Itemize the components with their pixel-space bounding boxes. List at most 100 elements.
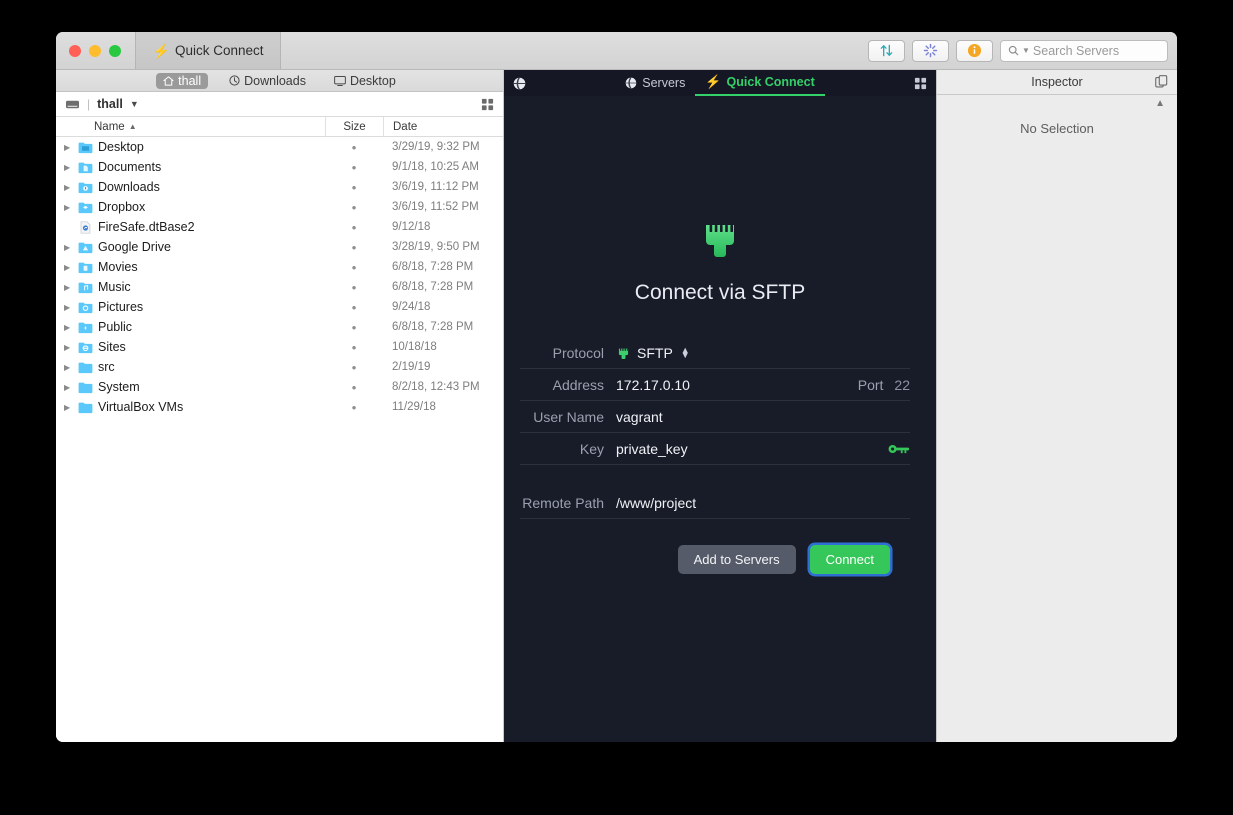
disclosure-triangle-icon[interactable]: ▶ (64, 283, 73, 292)
remote-path-input[interactable]: /www/project (616, 495, 696, 511)
disclosure-triangle-icon[interactable]: ▶ (64, 303, 73, 312)
disclosure-triangle-icon[interactable]: ▶ (64, 143, 73, 152)
tab-servers[interactable]: Servers (615, 70, 695, 96)
disclosure-triangle-icon[interactable]: ▶ (64, 323, 73, 332)
inspector-title: Inspector (1031, 75, 1083, 89)
titlebar-spacer (281, 32, 868, 69)
file-date-cell: 3/6/19, 11:12 PM (392, 181, 479, 193)
file-date-cell: 6/8/18, 7:28 PM (392, 261, 474, 273)
connect-button[interactable]: Connect (809, 545, 890, 574)
grid-view-icon[interactable] (914, 77, 927, 90)
tab-quick-connect[interactable]: ⚡ Quick Connect (695, 70, 825, 96)
close-button[interactable] (69, 44, 81, 57)
file-date-cell: 3/28/19, 9:50 PM (392, 241, 480, 253)
file-name-label: Music (98, 280, 131, 294)
file-size-cell: • (351, 359, 357, 375)
form-gap (520, 465, 910, 487)
disclosure-triangle-icon[interactable]: ▶ (64, 183, 73, 192)
grid-view-icon[interactable] (481, 98, 494, 111)
disclosure-triangle-icon[interactable]: ▶ (64, 243, 73, 252)
column-header-date[interactable]: Date (383, 117, 503, 136)
add-to-servers-button[interactable]: Add to Servers (677, 545, 796, 574)
chevron-up-icon: ▲ (128, 122, 137, 131)
file-date-cell: 9/12/18 (392, 221, 431, 233)
window-tab-label: Quick Connect (174, 43, 264, 58)
transfers-button[interactable] (868, 39, 905, 62)
disclosure-triangle-icon[interactable]: ▶ (64, 343, 73, 352)
favorite-thall[interactable]: thall (156, 72, 209, 89)
disclosure-triangle-icon[interactable]: ▶ (64, 263, 73, 272)
file-name-cell: ▶ Dropbox (56, 200, 325, 214)
disclosure-triangle-icon[interactable]: ▶ (64, 163, 73, 172)
column-header-name[interactable]: Name ▲ (56, 121, 325, 133)
zoom-button[interactable] (109, 44, 121, 57)
folder-desktop-icon (78, 142, 93, 153)
address-input[interactable]: 172.17.0.10 (616, 377, 690, 393)
key-icon[interactable] (888, 443, 910, 455)
disclosure-triangle-icon[interactable]: ▶ (64, 403, 73, 412)
key-label: Key (579, 440, 604, 457)
table-row[interactable]: ▶ VirtualBox VMs • 11/29/18 (56, 397, 503, 417)
disclosure-triangle-icon[interactable]: ▶ (64, 383, 73, 392)
table-row[interactable]: ▶ Sites • 10/18/18 (56, 337, 503, 357)
transfer-arrows-icon (880, 44, 893, 57)
table-row[interactable]: ▶ Public • 6/8/18, 7:28 PM (56, 317, 503, 337)
file-date-cell: 10/18/18 (392, 341, 437, 353)
username-input[interactable]: vagrant (616, 409, 663, 425)
search-servers-field[interactable]: ▼ Search Servers (1000, 39, 1168, 62)
stepper-icon[interactable]: ▲ ▼ (681, 345, 690, 359)
table-row[interactable]: ▶ Google Drive • 3/28/19, 9:50 PM (56, 237, 503, 257)
table-row[interactable]: ▶FireSafe.dtBase2 • 9/12/18 (56, 217, 503, 237)
chevron-down-icon[interactable]: ▼ (130, 99, 139, 109)
disclosure-triangle-icon[interactable]: ▶ (64, 203, 73, 212)
folder-plain-icon (78, 362, 93, 373)
info-icon (967, 43, 982, 58)
file-name-cell: ▶ Movies (56, 260, 325, 274)
inspector-pane: Inspector ▲ No Selection (936, 70, 1177, 742)
key-input[interactable]: private_key (616, 441, 688, 457)
file-name-label: Documents (98, 160, 162, 174)
table-row[interactable]: ▶ Dropbox • 3/6/19, 11:52 PM (56, 197, 503, 217)
file-size-cell: • (351, 379, 357, 395)
protocol-value: SFTP (637, 344, 673, 361)
favorite-desktop[interactable]: Desktop (327, 73, 403, 89)
favorite-label: thall (178, 73, 202, 88)
table-row[interactable]: ▶ Documents • 9/1/18, 10:25 AM (56, 157, 503, 177)
file-name-label: src (98, 360, 115, 374)
disclosure-triangle-icon[interactable]: ▶ (64, 363, 73, 372)
chevron-down-icon: ▼ (1022, 46, 1030, 55)
form-row-key: Key private_key (520, 433, 910, 465)
table-row[interactable]: ▶ System • 8/2/18, 12:43 PM (56, 377, 503, 397)
table-row[interactable]: ▶ Music • 6/8/18, 7:28 PM (56, 277, 503, 297)
minimize-button[interactable] (89, 44, 101, 57)
file-date-cell: 2/19/19 (392, 361, 431, 373)
port-input[interactable]: 22 (894, 377, 910, 393)
info-button[interactable] (956, 39, 993, 62)
path-separator: | (87, 97, 91, 111)
table-row[interactable]: ▶ Downloads • 3/6/19, 11:12 PM (56, 177, 503, 197)
favorite-label: Desktop (349, 73, 396, 88)
form-row-remote-path: Remote Path /www/project (520, 487, 910, 519)
connection-pane: Servers ⚡ Quick Connect Connect via SFTP… (504, 70, 936, 742)
path-current-folder[interactable]: thall (97, 97, 123, 111)
window-tab-quick-connect[interactable]: ⚡ Quick Connect (135, 32, 281, 69)
table-row[interactable]: ▶ Desktop • 3/29/19, 9:32 PM (56, 137, 503, 157)
favorite-downloads[interactable]: Downloads (222, 73, 313, 89)
file-name-label: Google Drive (98, 240, 171, 254)
activity-button[interactable] (912, 39, 949, 62)
address-label: Address (552, 376, 604, 393)
file-size-cell: • (351, 239, 357, 255)
globe-icon[interactable] (513, 76, 526, 90)
file-name-cell: ▶ Music (56, 280, 325, 294)
table-row[interactable]: ▶ Pictures • 9/24/18 (56, 297, 503, 317)
table-row[interactable]: ▶ Movies • 6/8/18, 7:28 PM (56, 257, 503, 277)
file-date-cell: 6/8/18, 7:28 PM (392, 281, 474, 293)
ethernet-connector-icon (706, 225, 734, 257)
username-label: User Name (533, 408, 604, 425)
protocol-select[interactable]: SFTP ▲ ▼ (616, 345, 690, 361)
column-header-size[interactable]: Size (325, 117, 383, 136)
duplicate-icon[interactable] (1155, 75, 1168, 88)
file-date-cell: 11/29/18 (392, 401, 436, 413)
inspector-collapse-toggle[interactable]: ▲ (937, 95, 1177, 109)
table-row[interactable]: ▶ src • 2/19/19 (56, 357, 503, 377)
